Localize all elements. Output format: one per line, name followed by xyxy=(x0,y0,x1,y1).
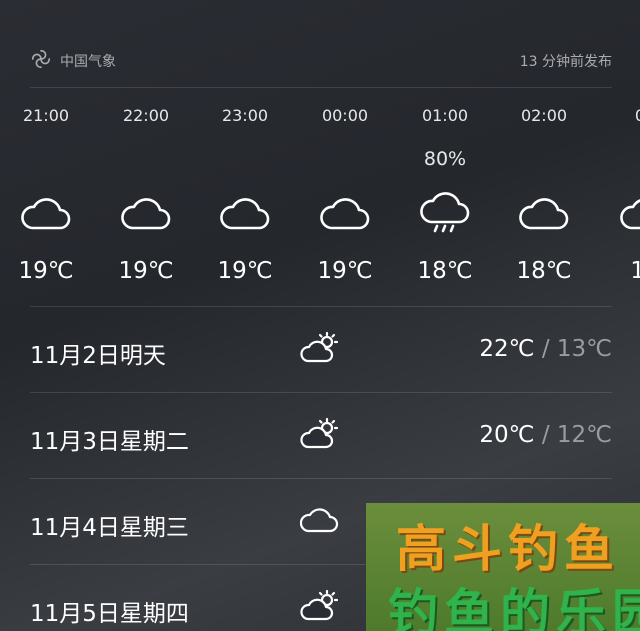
partly-cloudy-icon xyxy=(300,331,340,365)
banner-title: 高斗钓鱼 xyxy=(396,520,620,578)
partly-cloudy-icon xyxy=(300,589,340,623)
cloudy-icon xyxy=(20,192,72,234)
day-high: 22℃ xyxy=(479,336,535,362)
cloudy-icon xyxy=(219,192,271,234)
hour-time: 22:00 xyxy=(122,106,170,125)
hour-temp: 19℃ xyxy=(118,258,174,284)
hour-temp: 18℃ xyxy=(417,258,473,284)
hour-time: 03 xyxy=(634,106,640,125)
cloudy-icon xyxy=(619,192,640,234)
source-bar: 中国气象 13 分钟前发布 xyxy=(30,44,612,88)
day-label: 11月4日星期三 xyxy=(30,515,189,541)
hourly-forecast[interactable]: 21:00 19℃ 22:00 19℃ 23:00 19℃ 00:00 19℃ … xyxy=(0,96,640,296)
cloudy-icon xyxy=(518,192,570,234)
source-info: 中国气象 xyxy=(30,48,116,74)
publish-time: 13 分钟前发布 xyxy=(519,53,612,70)
hour-temp: 18℃ xyxy=(516,258,572,284)
hour-temp: 19℃ xyxy=(217,258,273,284)
day-temps: 20℃ / 12℃ xyxy=(479,422,612,448)
day-label: 11月3日星期二 xyxy=(30,429,189,455)
hour-time: 00:00 xyxy=(321,106,369,125)
daily-row[interactable]: 11月3日星期二 20℃ / 12℃ xyxy=(30,392,612,478)
day-high: 20℃ xyxy=(479,422,535,448)
partly-cloudy-icon xyxy=(300,417,340,451)
hour-temp: 19℃ xyxy=(18,258,74,284)
day-low: 12℃ xyxy=(556,422,612,448)
day-label: 11月5日星期四 xyxy=(30,601,189,627)
hour-time: 01:00 xyxy=(421,106,469,125)
day-label: 11月2日明天 xyxy=(30,343,166,369)
watermark-banner: 高斗钓鱼 钓鱼的乐园 xyxy=(366,503,640,631)
hour-precip: 80% xyxy=(423,148,467,170)
banner-subtitle: 钓鱼的乐园 xyxy=(388,584,640,631)
day-temps: 22℃ / 13℃ xyxy=(479,336,612,362)
day-separator: / xyxy=(541,336,550,362)
hour-time: 02:00 xyxy=(520,106,568,125)
cloudy-icon xyxy=(299,503,340,537)
rain-icon xyxy=(419,192,471,234)
hour-temp: 19℃ xyxy=(317,258,373,284)
day-separator: / xyxy=(541,422,550,448)
cloudy-icon xyxy=(319,192,371,234)
hour-time: 23:00 xyxy=(221,106,269,125)
hour-time: 21:00 xyxy=(22,106,70,125)
day-low: 13℃ xyxy=(556,336,612,362)
source-name: 中国气象 xyxy=(60,53,116,70)
cma-logo-icon xyxy=(30,48,52,74)
hour-temp: 18 xyxy=(630,258,640,284)
daily-row[interactable]: 11月2日明天 22℃ / 13℃ xyxy=(30,306,612,392)
cloudy-icon xyxy=(120,192,172,234)
